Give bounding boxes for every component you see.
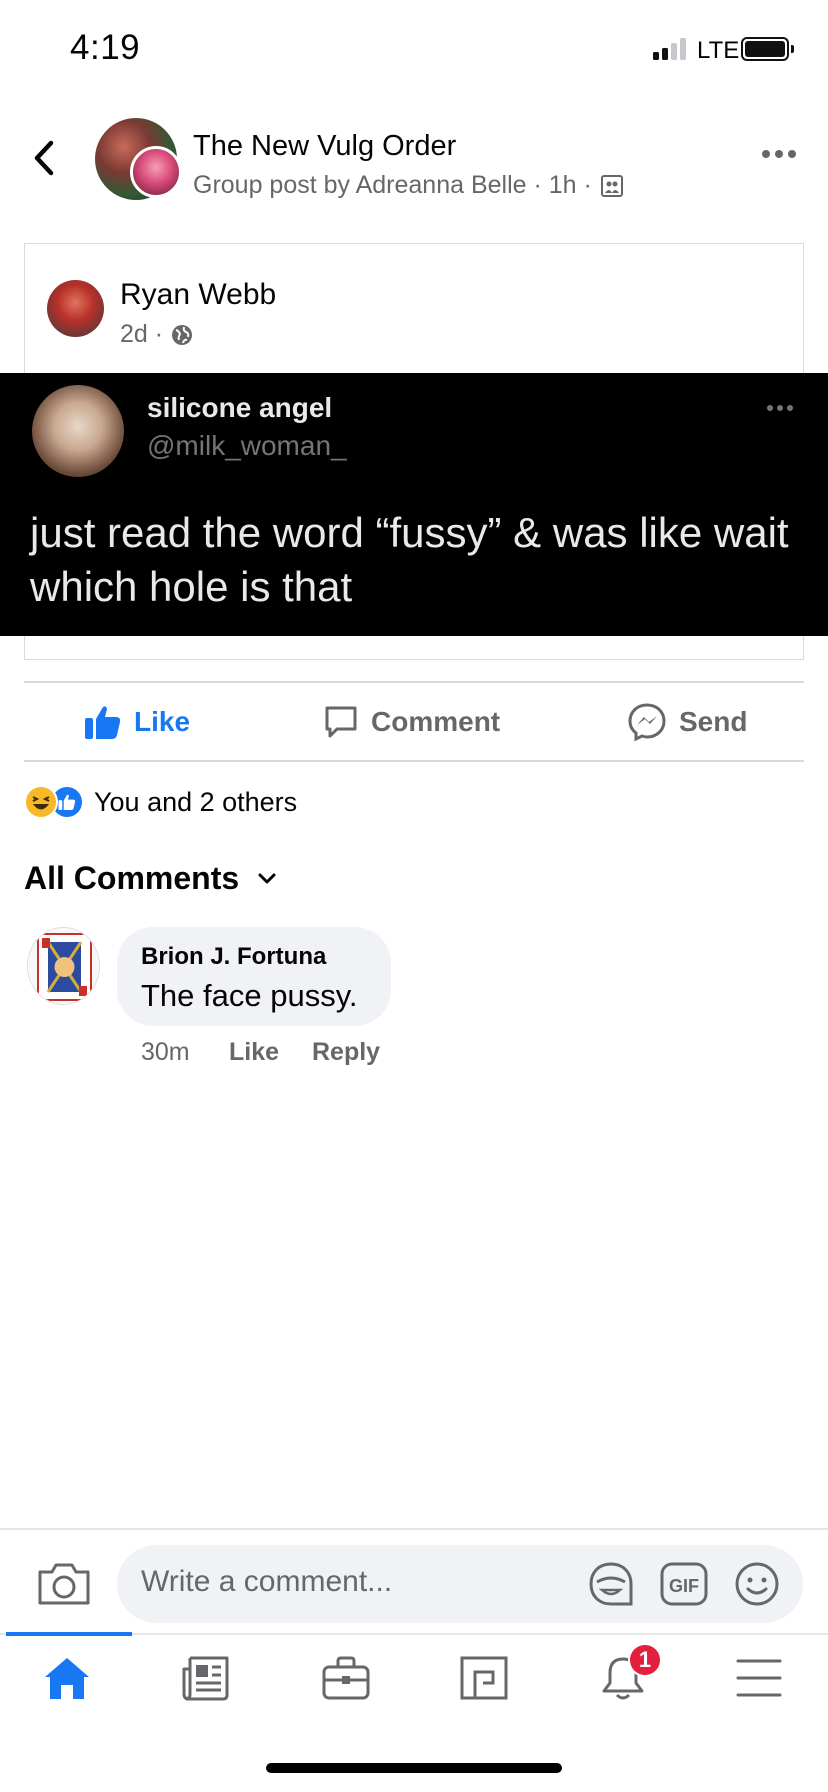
comment-button[interactable]: Comment bbox=[323, 700, 500, 744]
haha-reaction-icon bbox=[24, 785, 58, 819]
shared-post-meta: 2d · bbox=[120, 320, 194, 349]
like-button[interactable]: Like bbox=[84, 700, 190, 744]
reaction-summary[interactable]: You and 2 others bbox=[24, 785, 297, 819]
comments-filter-dropdown[interactable]: All Comments bbox=[24, 860, 277, 897]
tweet-handle: @milk_woman_ bbox=[147, 430, 347, 461]
send-button[interactable]: Send bbox=[627, 700, 747, 744]
reaction-summary-text: You and 2 others bbox=[94, 786, 298, 817]
group-name[interactable]: The New Vulg Order bbox=[193, 130, 456, 163]
news-icon[interactable] bbox=[181, 1655, 231, 1701]
battery-icon bbox=[741, 37, 789, 61]
comment-label: Comment bbox=[371, 706, 501, 737]
menu-icon[interactable] bbox=[736, 1655, 782, 1701]
status-time: 4:19 bbox=[70, 28, 141, 67]
comment-author[interactable]: Brion J. Fortuna bbox=[141, 943, 326, 971]
pages-icon[interactable] bbox=[459, 1655, 509, 1701]
author-avatar[interactable] bbox=[130, 146, 182, 198]
thumbs-up-icon bbox=[84, 704, 122, 740]
shared-author-avatar[interactable] bbox=[47, 280, 104, 337]
group-privacy-icon bbox=[600, 174, 624, 198]
comments-filter-label: All Comments bbox=[24, 860, 240, 896]
commenter-avatar[interactable] bbox=[27, 927, 100, 1005]
home-indicator[interactable] bbox=[266, 1763, 562, 1773]
chevron-down-icon bbox=[257, 872, 277, 886]
signal-icon bbox=[653, 38, 686, 60]
shared-post-time: 2d · bbox=[120, 320, 164, 348]
back-icon[interactable] bbox=[32, 140, 56, 176]
gif-icon[interactable]: GIF bbox=[660, 1562, 708, 1606]
comment-like-link[interactable]: Like bbox=[229, 1038, 279, 1067]
comment-input-placeholder: Write a comment... bbox=[141, 1565, 393, 1598]
camera-icon[interactable] bbox=[36, 1558, 92, 1608]
divider bbox=[24, 760, 804, 762]
marketplace-icon[interactable] bbox=[321, 1655, 371, 1701]
notifications-badge: 1 bbox=[628, 1643, 662, 1677]
like-label: Like bbox=[134, 706, 191, 737]
post-meta: Group post by Adreanna Belle · 1h · bbox=[193, 171, 624, 200]
more-options-icon[interactable] bbox=[762, 150, 796, 158]
network-label: LTE bbox=[697, 37, 740, 64]
comment-icon bbox=[323, 704, 359, 740]
shared-author-name[interactable]: Ryan Webb bbox=[120, 278, 276, 312]
emoji-icon[interactable] bbox=[733, 1560, 781, 1608]
tweet-display-name: silicone angel bbox=[147, 392, 333, 423]
comment-reply-link[interactable]: Reply bbox=[312, 1038, 380, 1067]
divider bbox=[24, 681, 804, 683]
comment-time: 30m bbox=[141, 1038, 190, 1066]
comment-text: The face pussy. bbox=[141, 978, 358, 1013]
globe-icon bbox=[170, 323, 194, 347]
divider bbox=[0, 1528, 828, 1530]
post-meta-text: Group post by Adreanna Belle · 1h · bbox=[193, 171, 592, 199]
home-icon[interactable] bbox=[42, 1655, 92, 1701]
tweet-more-icon bbox=[767, 405, 793, 411]
svg-text:GIF: GIF bbox=[669, 1576, 699, 1596]
battery-tip bbox=[791, 45, 794, 53]
send-label: Send bbox=[679, 706, 748, 737]
avatar-sticker-icon[interactable] bbox=[587, 1560, 635, 1608]
active-tab-indicator bbox=[6, 1632, 132, 1636]
messenger-icon bbox=[627, 702, 667, 742]
tweet-text: just read the word “fussy” & was like wa… bbox=[30, 509, 789, 610]
tweet-avatar bbox=[32, 385, 124, 477]
